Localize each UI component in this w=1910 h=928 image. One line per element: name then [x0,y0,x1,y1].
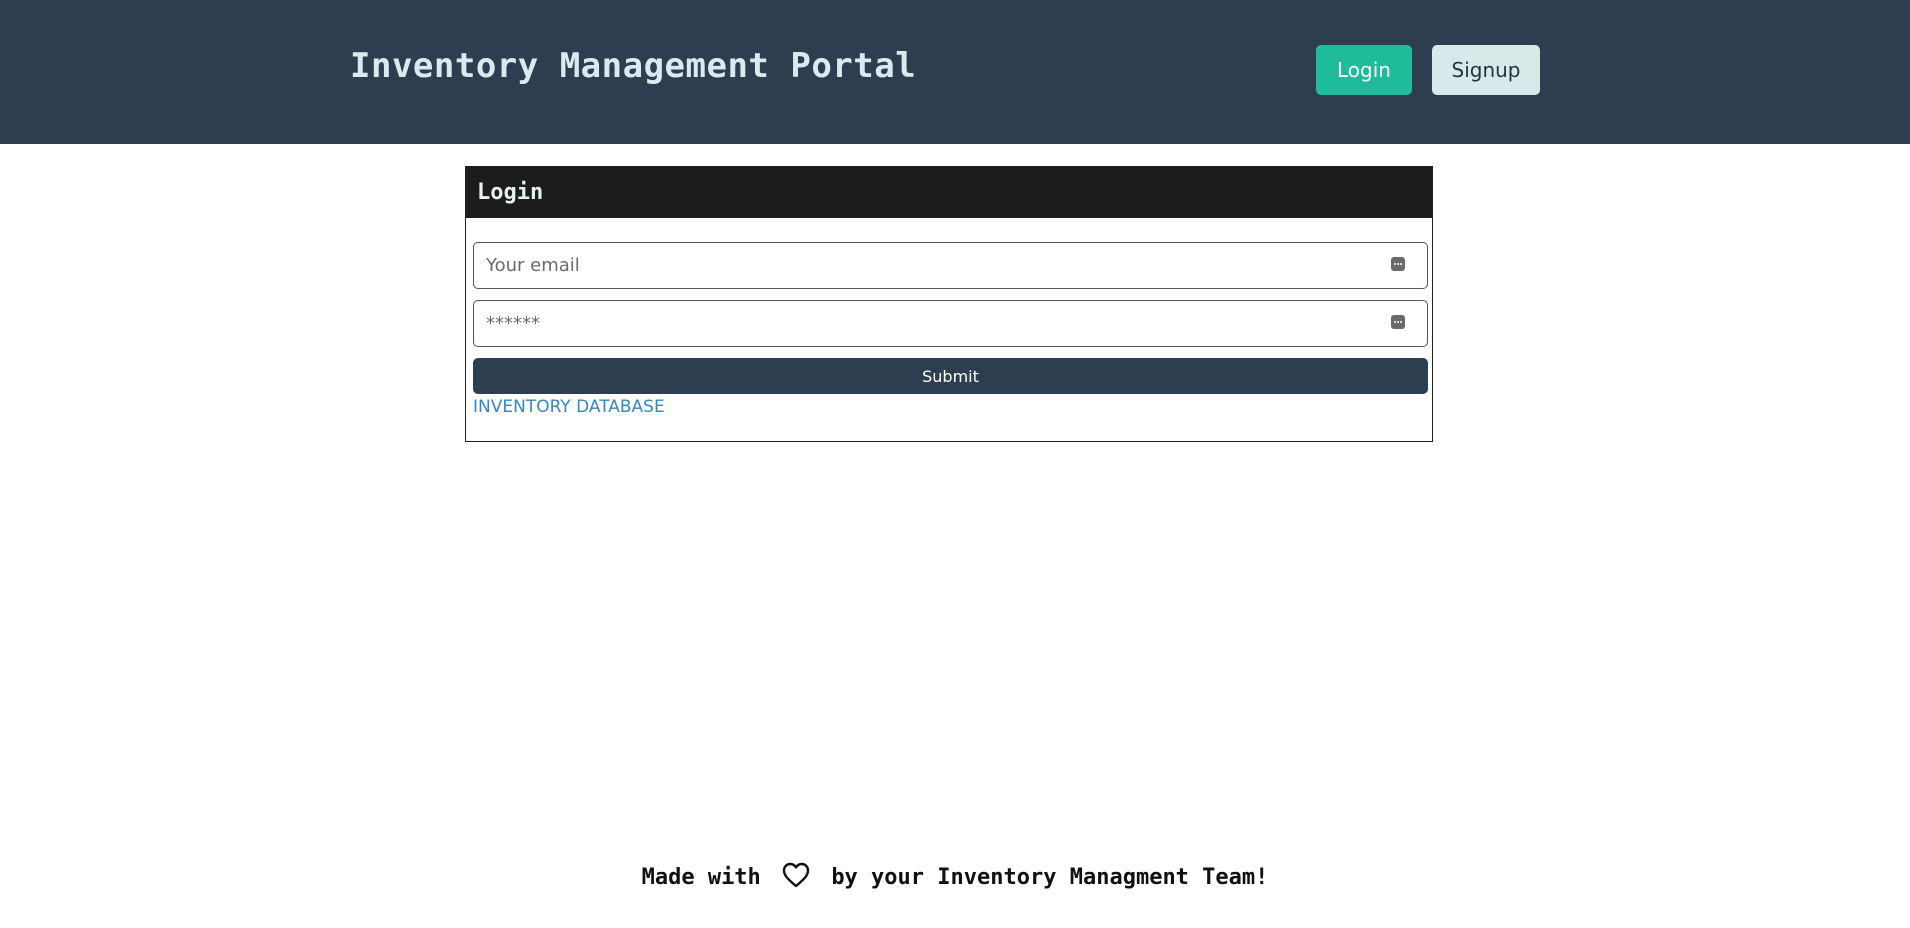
email-input[interactable] [486,243,1386,288]
autofill-icon[interactable] [1391,315,1405,329]
footer: Made with by your Inventory Managment Te… [0,862,1910,890]
email-field[interactable] [473,242,1428,289]
login-card: Login Submit INVENTORY DATABASE [465,166,1433,442]
inventory-database-link[interactable]: INVENTORY DATABASE [473,397,665,417]
top-navbar: Inventory Management Portal Login Signup [0,0,1910,144]
autofill-icon[interactable] [1391,257,1405,271]
footer-text-before: Made with [641,865,761,890]
password-input[interactable] [486,301,1386,346]
login-card-title: Login [466,167,1432,218]
nav-signup-button[interactable]: Signup [1432,45,1540,95]
nav-login-button[interactable]: Login [1316,45,1412,95]
password-field[interactable] [473,300,1428,347]
submit-button[interactable]: Submit [473,358,1428,394]
heart-icon [782,862,810,888]
footer-text-after: by your Inventory Managment Team! [831,865,1269,890]
app-title: Inventory Management Portal [350,46,917,86]
